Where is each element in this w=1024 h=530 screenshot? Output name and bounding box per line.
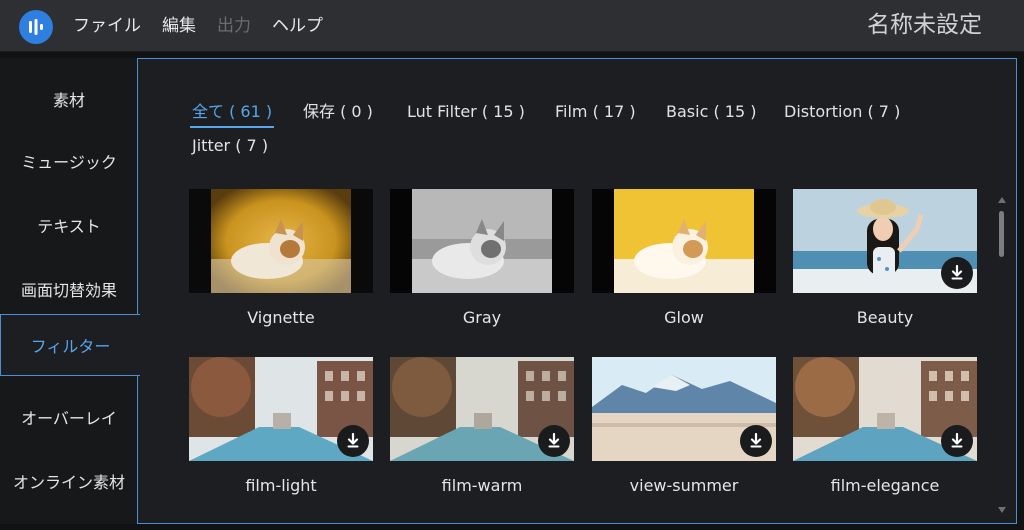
filter-name-gray: Gray [462, 308, 502, 327]
tab-distortion[interactable]: Distortion ( 7 ) [784, 101, 900, 123]
menu-file[interactable]: ファイル [73, 15, 141, 37]
scroll-down-arrow-icon[interactable] [998, 507, 1006, 513]
scroll-up-arrow-icon[interactable] [998, 197, 1006, 203]
filter-name-film-elegance: film-elegance [830, 476, 940, 495]
sidebar-item-music[interactable]: ミュージック [0, 130, 138, 192]
menu-bar: ファイル 編集 出力 ヘルプ [73, 15, 323, 37]
download-icon [951, 433, 963, 448]
filter-panel: 全て ( 61 ) 保存 ( 0 ) Lut Filter ( 15 ) Fil… [137, 58, 1017, 524]
filter-thumbnail-film-warm[interactable] [390, 357, 574, 461]
filter-name-beauty: Beauty [856, 308, 914, 327]
filter-name-film-warm: film-warm [441, 476, 523, 495]
menu-edit[interactable]: 編集 [162, 15, 196, 37]
vertical-scrollbar[interactable] [996, 197, 1008, 513]
download-button[interactable] [941, 257, 973, 289]
menu-export[interactable]: 出力 [217, 15, 251, 37]
tab-saved[interactable]: 保存 ( 0 ) [303, 101, 373, 123]
download-icon [347, 433, 359, 448]
tab-all[interactable]: 全て ( 61 ) [189, 101, 275, 128]
filter-thumbnail-vignette[interactable] [189, 189, 373, 293]
sidebar: 素材 ミュージック テキスト 画面切替効果 フィルター オーバーレイ オンライン… [0, 58, 140, 524]
menu-help[interactable]: ヘルプ [272, 15, 323, 37]
sidebar-item-filters[interactable]: フィルター [0, 314, 140, 376]
sidebar-item-online-media[interactable]: オンライン素材 [0, 450, 138, 512]
download-icon [548, 433, 560, 448]
filter-thumbnail-glow[interactable] [592, 189, 776, 293]
filter-name-glow: Glow [664, 308, 704, 327]
filter-thumbnail-film-elegance[interactable] [793, 357, 977, 461]
document-title: 名称未設定 [867, 12, 982, 38]
filter-thumbnail-film-light[interactable] [189, 357, 373, 461]
app-logo-icon [19, 10, 53, 44]
filter-name-film-light: film-light [245, 476, 317, 495]
filter-thumbnail-view-summer[interactable] [592, 357, 776, 461]
tab-basic[interactable]: Basic ( 15 ) [666, 101, 756, 123]
download-button[interactable] [538, 425, 570, 457]
filter-name-vignette: Vignette [247, 308, 315, 327]
download-icon [951, 265, 963, 280]
tab-jitter[interactable]: Jitter ( 7 ) [192, 135, 268, 157]
title-bar: ファイル 編集 出力 ヘルプ 名称未設定 [0, 0, 1024, 52]
download-button[interactable] [740, 425, 772, 457]
download-button[interactable] [941, 425, 973, 457]
download-icon [750, 433, 762, 448]
tab-lut-filter[interactable]: Lut Filter ( 15 ) [407, 101, 525, 123]
sidebar-item-text[interactable]: テキスト [0, 194, 138, 256]
scrollbar-thumb[interactable] [999, 211, 1004, 257]
filter-thumbnail-beauty[interactable] [793, 189, 977, 293]
sidebar-item-media[interactable]: 素材 [0, 68, 138, 130]
tab-film[interactable]: Film ( 17 ) [555, 101, 636, 123]
filter-thumbnail-gray[interactable] [390, 189, 574, 293]
sidebar-item-transitions[interactable]: 画面切替効果 [0, 258, 138, 320]
sidebar-item-overlays[interactable]: オーバーレイ [0, 386, 138, 448]
filter-name-view-summer: view-summer [629, 476, 739, 495]
download-button[interactable] [337, 425, 369, 457]
